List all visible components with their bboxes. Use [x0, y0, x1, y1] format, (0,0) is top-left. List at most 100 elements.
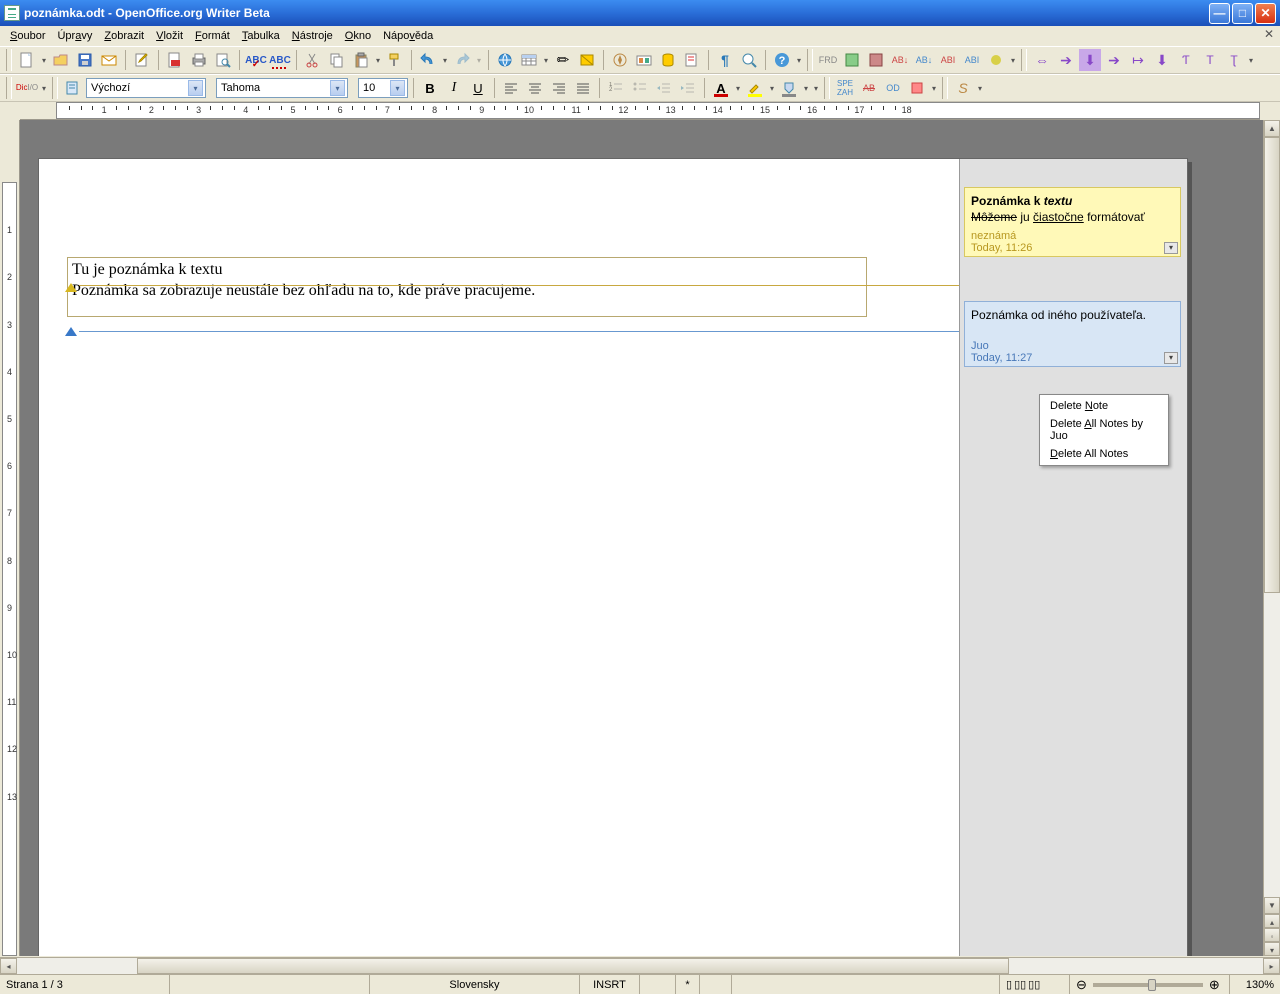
doc-close-icon[interactable]: ✕ [1262, 28, 1276, 42]
v-scroll-thumb[interactable] [1264, 137, 1280, 593]
maximize-button[interactable]: □ [1232, 3, 1253, 24]
ext1-icon[interactable]: FRD [817, 49, 839, 71]
note-anchor-1[interactable] [65, 283, 77, 292]
arrow2-icon[interactable]: ➔ [1055, 49, 1077, 71]
find-icon[interactable] [576, 49, 598, 71]
scroll-left-button[interactable]: ◂ [0, 958, 17, 974]
ext6-icon[interactable]: ABI [937, 49, 959, 71]
document-canvas[interactable]: Tu je poznámka k textu Poznámka sa zobra… [20, 120, 1263, 956]
zoom-in-button[interactable]: ⊕ [1209, 977, 1220, 993]
table-dropdown[interactable]: ▾ [542, 49, 550, 71]
align-right-icon[interactable] [548, 77, 570, 99]
arrow3-icon[interactable]: ⬇ [1079, 49, 1101, 71]
status-insert[interactable]: INSRT [580, 975, 640, 994]
ext-fmt5-icon[interactable]: S [952, 77, 974, 99]
scroll-right-button[interactable]: ▸ [1263, 958, 1280, 974]
save-icon[interactable] [74, 49, 96, 71]
horizontal-ruler[interactable]: 123456789101112131415161718 [20, 102, 1260, 120]
vertical-scrollbar[interactable]: ▲ ▼ ▴ ◦ ▾ [1263, 120, 1280, 956]
copy-icon[interactable] [326, 49, 348, 71]
text-frame[interactable]: Tu je poznámka k textu Poznámka sa zobra… [67, 257, 867, 317]
nav-next-button[interactable]: ▾ [1264, 942, 1280, 956]
menu-format[interactable]: Formát [189, 28, 236, 44]
highlight-icon[interactable] [744, 77, 766, 99]
menu-vlozit[interactable]: Vložit [150, 28, 189, 44]
horizontal-scrollbar[interactable]: ◂ ▸ [0, 957, 1280, 974]
ext-fmt3-icon[interactable]: OD [882, 77, 904, 99]
help-icon[interactable]: ? [771, 49, 793, 71]
styles-icon[interactable] [62, 77, 84, 99]
ext8-icon[interactable] [985, 49, 1007, 71]
nav-prev-button[interactable]: ▴ [1264, 914, 1280, 928]
zoom-icon[interactable] [738, 49, 760, 71]
italic-button[interactable]: I [443, 77, 465, 99]
minimize-button[interactable]: — [1209, 3, 1230, 24]
redo-icon[interactable] [451, 49, 473, 71]
menu-delete-all-by-author[interactable]: Delete All Notes by Juo [1040, 415, 1168, 445]
note-1-menu-button[interactable]: ▾ [1164, 242, 1178, 254]
export-pdf-icon[interactable] [164, 49, 186, 71]
fmt-more3[interactable]: ▾ [976, 77, 984, 99]
gallery-icon[interactable] [633, 49, 655, 71]
menu-napoveda[interactable]: Nápověda [377, 28, 439, 44]
nonprinting-icon[interactable]: ¶ [714, 49, 736, 71]
menu-okno[interactable]: Okno [339, 28, 377, 44]
scroll-up-button[interactable]: ▲ [1264, 120, 1280, 137]
bgcolor-dropdown[interactable]: ▾ [802, 77, 810, 99]
redo-dropdown[interactable]: ▾ [475, 49, 483, 71]
para-style-combo[interactable]: Výchozí▾ [86, 78, 206, 98]
toolbar-more3[interactable]: ▾ [1247, 49, 1255, 71]
nav-object-button[interactable]: ◦ [1264, 928, 1280, 942]
ext-fmt4-icon[interactable] [906, 77, 928, 99]
bullet-list-icon[interactable] [629, 77, 651, 99]
hyperlink-icon[interactable] [494, 49, 516, 71]
paste-icon[interactable] [350, 49, 372, 71]
email-icon[interactable] [98, 49, 120, 71]
font-name-combo[interactable]: Tahoma▾ [216, 78, 348, 98]
note-2-menu-button[interactable]: ▾ [1164, 352, 1178, 364]
menu-soubor[interactable]: Soubor [4, 28, 51, 44]
font-size-combo[interactable]: 10▾ [358, 78, 408, 98]
note-anchor-2[interactable] [65, 327, 77, 336]
status-lang[interactable]: Slovensky [370, 975, 580, 994]
menu-delete-all-notes[interactable]: Delete All Notes [1040, 445, 1168, 463]
navigator-icon[interactable] [609, 49, 631, 71]
status-sel[interactable] [640, 975, 676, 994]
status-zoom-pct[interactable]: 130% [1230, 975, 1280, 994]
arrow6-icon[interactable]: ⬇ [1151, 49, 1173, 71]
h-scroll-thumb[interactable] [137, 958, 1009, 974]
autospell-icon[interactable]: ABC [269, 49, 291, 71]
note-1[interactable]: Poznámka k textu Môžeme ju čiastočne for… [964, 187, 1181, 257]
ext-fmt1-icon[interactable]: SPEZAH [834, 77, 856, 99]
fmt-more[interactable]: ▾ [812, 77, 820, 99]
menu-delete-note[interactable]: Delete Note [1040, 397, 1168, 415]
show-draw-icon[interactable]: ✏ [552, 49, 574, 71]
zoom-out-button[interactable]: ⊖ [1076, 977, 1087, 993]
format-paint-icon[interactable] [384, 49, 406, 71]
fmt-more2[interactable]: ▾ [930, 77, 938, 99]
align-left-icon[interactable] [500, 77, 522, 99]
arrow4-icon[interactable]: ➔ [1103, 49, 1125, 71]
align-justify-icon[interactable] [572, 77, 594, 99]
underline-button[interactable]: U [467, 77, 489, 99]
close-button[interactable]: ✕ [1255, 3, 1276, 24]
cut-icon[interactable] [302, 49, 324, 71]
record-changes-icon[interactable] [681, 49, 703, 71]
menu-nastroje[interactable]: Nástroje [286, 28, 339, 44]
undo-dropdown[interactable]: ▾ [441, 49, 449, 71]
new-dropdown[interactable]: ▾ [40, 49, 48, 71]
indent-dec-icon[interactable] [653, 77, 675, 99]
dic-icon[interactable]: DicI/O [16, 77, 38, 99]
datasources-icon[interactable] [657, 49, 679, 71]
ext5-icon[interactable]: AB↓ [913, 49, 935, 71]
undo-icon[interactable] [417, 49, 439, 71]
toolbar-more2[interactable]: ▾ [1009, 49, 1017, 71]
text2-icon[interactable]: T [1199, 49, 1221, 71]
text1-icon[interactable]: Ƭ [1175, 49, 1197, 71]
scroll-down-button[interactable]: ▼ [1264, 897, 1280, 914]
view-multi-icon[interactable]: ▯▯ [1014, 978, 1026, 991]
ext7-icon[interactable]: ABI [961, 49, 983, 71]
highlight-dropdown[interactable]: ▾ [768, 77, 776, 99]
font-color-dropdown[interactable]: ▾ [734, 77, 742, 99]
spellcheck-icon[interactable]: ABC✓ [245, 49, 267, 71]
